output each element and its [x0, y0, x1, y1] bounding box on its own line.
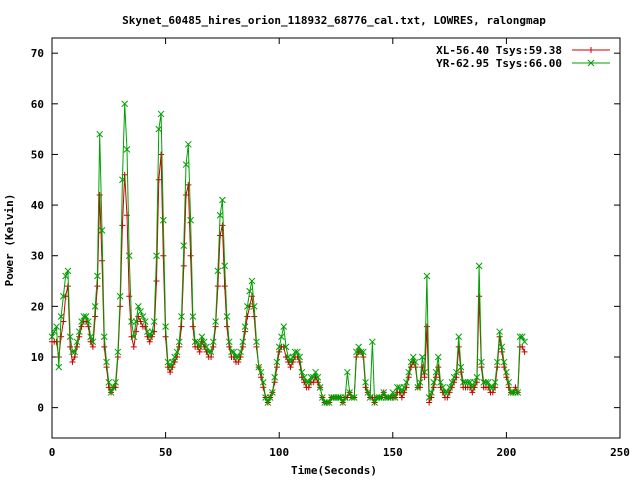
- data-point: [423, 323, 430, 330]
- legend: XL-56.40 Tsys:59.38YR-62.95 Tsys:66.00: [436, 44, 610, 70]
- y-tick-label: 60: [31, 98, 44, 111]
- legend-label: XL-56.40 Tsys:59.38: [436, 44, 562, 57]
- data-point: [180, 262, 187, 269]
- legend-marker: [588, 47, 594, 53]
- x-tick-label: 50: [159, 446, 172, 459]
- data-point: [178, 323, 185, 330]
- y-axis-label: Power (Kelvin): [3, 194, 16, 287]
- chart-canvas: Skynet_60485_hires_orion_118932_68776_ca…: [3, 14, 630, 477]
- data-point: [155, 176, 162, 183]
- series-2: [48, 100, 528, 406]
- y-tick-label: 10: [31, 351, 44, 364]
- data-point: [96, 191, 103, 198]
- data-point: [153, 278, 160, 285]
- data-point: [162, 333, 169, 340]
- legend-label: YR-62.95 Tsys:66.00: [436, 57, 562, 70]
- data-point: [187, 252, 194, 259]
- data-point: [158, 151, 165, 158]
- series-line: [51, 103, 526, 404]
- x-axis-label: Time(Seconds): [291, 464, 377, 477]
- chart-title: Skynet_60485_hires_orion_118932_68776_ca…: [122, 14, 546, 27]
- x-tick-label: 150: [383, 446, 403, 459]
- data-point: [130, 343, 137, 350]
- y-tick-label: 20: [31, 300, 44, 313]
- data-point: [251, 313, 258, 320]
- data-point: [223, 323, 230, 330]
- plot-frame: [51, 37, 621, 439]
- data-point: [185, 181, 192, 188]
- data-point: [455, 343, 462, 350]
- y-tick-label: 0: [37, 402, 44, 415]
- data-point: [94, 283, 101, 290]
- data-point: [221, 283, 228, 290]
- y-tick-label: 70: [31, 47, 44, 60]
- y-tick-label: 30: [31, 250, 44, 263]
- data-point: [214, 283, 221, 290]
- data-point: [98, 257, 105, 264]
- data-point: [244, 313, 251, 320]
- series-line: [52, 154, 526, 404]
- x-tick-label: 0: [49, 446, 56, 459]
- data-point: [476, 293, 483, 300]
- y-tick-label: 50: [31, 148, 44, 161]
- data-point: [126, 293, 133, 300]
- data-point: [58, 333, 65, 340]
- data-point: [123, 212, 130, 219]
- x-tick-label: 200: [496, 446, 516, 459]
- y-tick-label: 40: [31, 199, 44, 212]
- data-point: [160, 252, 167, 259]
- data-point: [101, 343, 108, 350]
- x-tick-label: 100: [269, 446, 289, 459]
- data-point: [219, 222, 226, 229]
- data-point: [119, 222, 126, 229]
- data-point: [189, 323, 196, 330]
- x-tick-label: 250: [610, 446, 630, 459]
- data-series: [48, 100, 528, 406]
